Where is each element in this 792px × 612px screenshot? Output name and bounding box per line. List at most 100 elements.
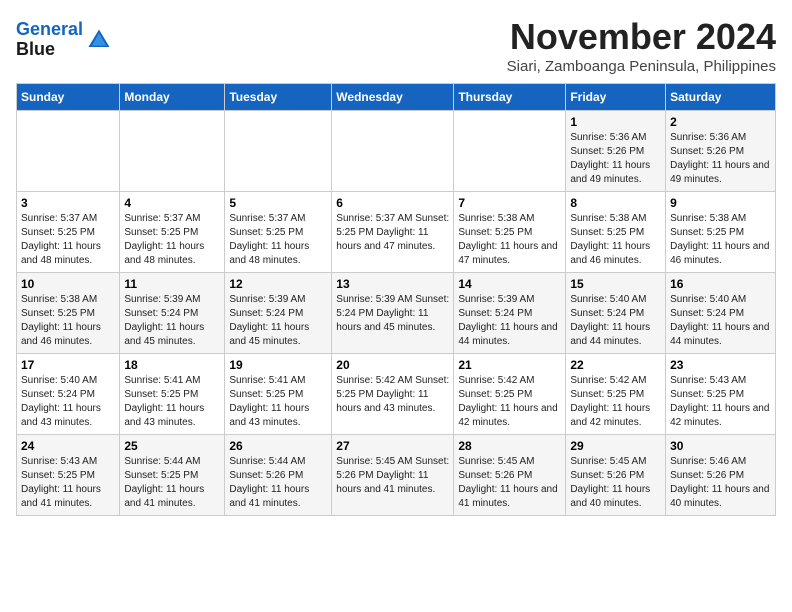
day-number: 16 xyxy=(670,277,771,291)
calendar-cell: 16 Sunrise: 5:40 AM Sunset: 5:24 PM Dayli… xyxy=(666,273,776,354)
day-number: 15 xyxy=(570,277,661,291)
day-number: 22 xyxy=(570,358,661,372)
day-info: Sunrise: 5:38 AM Sunset: 5:25 PM Dayligh… xyxy=(21,293,115,349)
header-wednesday: Wednesday xyxy=(332,84,454,111)
day-number: 20 xyxy=(336,358,449,372)
calendar-cell: 30 Sunrise: 5:46 AM Sunset: 5:26 PM Dayli… xyxy=(666,435,776,516)
calendar-cell: 9 Sunrise: 5:38 AM Sunset: 5:25 PM Daylig… xyxy=(666,192,776,273)
calendar-cell: 29 Sunrise: 5:45 AM Sunset: 5:26 PM Dayli… xyxy=(566,435,666,516)
day-info: Sunrise: 5:38 AM Sunset: 5:25 PM Dayligh… xyxy=(570,212,661,268)
day-info: Sunrise: 5:37 AM Sunset: 5:25 PM Dayligh… xyxy=(229,212,327,268)
page-subtitle: Siari, Zamboanga Peninsula, Philippines xyxy=(507,58,776,75)
calendar-cell: 13 Sunrise: 5:39 AM Sunset: 5:24 PM Dayli… xyxy=(332,273,454,354)
day-number: 24 xyxy=(21,439,115,453)
day-info: Sunrise: 5:37 AM Sunset: 5:25 PM Dayligh… xyxy=(124,212,220,268)
calendar-cell: 12 Sunrise: 5:39 AM Sunset: 5:24 PM Dayli… xyxy=(225,273,332,354)
calendar-cell xyxy=(332,111,454,192)
header-saturday: Saturday xyxy=(666,84,776,111)
calendar-week-row: 24 Sunrise: 5:43 AM Sunset: 5:25 PM Dayli… xyxy=(17,435,776,516)
calendar-cell: 15 Sunrise: 5:40 AM Sunset: 5:24 PM Dayli… xyxy=(566,273,666,354)
day-number: 2 xyxy=(670,115,771,129)
calendar-week-row: 10 Sunrise: 5:38 AM Sunset: 5:25 PM Dayli… xyxy=(17,273,776,354)
day-info: Sunrise: 5:40 AM Sunset: 5:24 PM Dayligh… xyxy=(21,374,115,430)
day-info: Sunrise: 5:42 AM Sunset: 5:25 PM Dayligh… xyxy=(336,374,449,416)
day-info: Sunrise: 5:46 AM Sunset: 5:26 PM Dayligh… xyxy=(670,455,771,511)
day-number: 21 xyxy=(458,358,561,372)
calendar-week-row: 17 Sunrise: 5:40 AM Sunset: 5:24 PM Dayli… xyxy=(17,354,776,435)
calendar-cell: 10 Sunrise: 5:38 AM Sunset: 5:25 PM Dayli… xyxy=(17,273,120,354)
day-number: 11 xyxy=(124,277,220,291)
calendar-cell: 6Sunrise: 5:37 AM Sunset: 5:25 PM Daylig… xyxy=(332,192,454,273)
day-info: Sunrise: 5:43 AM Sunset: 5:25 PM Dayligh… xyxy=(21,455,115,511)
logo-text: GeneralBlue xyxy=(16,20,83,60)
calendar-cell: 24 Sunrise: 5:43 AM Sunset: 5:25 PM Dayli… xyxy=(17,435,120,516)
header-tuesday: Tuesday xyxy=(225,84,332,111)
day-info: Sunrise: 5:36 AM Sunset: 5:26 PM Dayligh… xyxy=(570,131,661,187)
calendar-cell: 23 Sunrise: 5:43 AM Sunset: 5:25 PM Dayli… xyxy=(666,354,776,435)
day-number: 8 xyxy=(570,196,661,210)
calendar-cell: 5 Sunrise: 5:37 AM Sunset: 5:25 PM Daylig… xyxy=(225,192,332,273)
day-number: 14 xyxy=(458,277,561,291)
day-info: Sunrise: 5:42 AM Sunset: 5:25 PM Dayligh… xyxy=(570,374,661,430)
header-sunday: Sunday xyxy=(17,84,120,111)
day-info: Sunrise: 5:39 AM Sunset: 5:24 PM Dayligh… xyxy=(458,293,561,349)
day-number: 19 xyxy=(229,358,327,372)
calendar-cell: 26 Sunrise: 5:44 AM Sunset: 5:26 PM Dayli… xyxy=(225,435,332,516)
calendar-cell: 22 Sunrise: 5:42 AM Sunset: 5:25 PM Dayli… xyxy=(566,354,666,435)
day-number: 27 xyxy=(336,439,449,453)
day-number: 17 xyxy=(21,358,115,372)
logo: GeneralBlue xyxy=(16,20,113,60)
calendar-cell: 28Sunrise: 5:45 AM Sunset: 5:26 PM Dayli… xyxy=(454,435,566,516)
day-info: Sunrise: 5:40 AM Sunset: 5:24 PM Dayligh… xyxy=(570,293,661,349)
day-number: 3 xyxy=(21,196,115,210)
day-info: Sunrise: 5:37 AM Sunset: 5:25 PM Dayligh… xyxy=(336,212,449,254)
day-number: 9 xyxy=(670,196,771,210)
day-info: Sunrise: 5:41 AM Sunset: 5:25 PM Dayligh… xyxy=(124,374,220,430)
day-info: Sunrise: 5:44 AM Sunset: 5:26 PM Dayligh… xyxy=(229,455,327,511)
calendar-cell: 3Sunrise: 5:37 AM Sunset: 5:25 PM Daylig… xyxy=(17,192,120,273)
calendar-cell xyxy=(120,111,225,192)
calendar-cell: 18 Sunrise: 5:41 AM Sunset: 5:25 PM Dayli… xyxy=(120,354,225,435)
day-number: 29 xyxy=(570,439,661,453)
header-monday: Monday xyxy=(120,84,225,111)
header: GeneralBlue November 2024 Siari, Zamboan… xyxy=(16,16,776,75)
calendar-cell: 4 Sunrise: 5:37 AM Sunset: 5:25 PM Daylig… xyxy=(120,192,225,273)
calendar-cell: 14 Sunrise: 5:39 AM Sunset: 5:24 PM Dayli… xyxy=(454,273,566,354)
day-info: Sunrise: 5:43 AM Sunset: 5:25 PM Dayligh… xyxy=(670,374,771,430)
day-info: Sunrise: 5:38 AM Sunset: 5:25 PM Dayligh… xyxy=(670,212,771,268)
calendar-table: SundayMondayTuesdayWednesdayThursdayFrid… xyxy=(16,83,776,516)
calendar-header-row: SundayMondayTuesdayWednesdayThursdayFrid… xyxy=(17,84,776,111)
logo-icon xyxy=(85,26,113,54)
calendar-cell: 8 Sunrise: 5:38 AM Sunset: 5:25 PM Daylig… xyxy=(566,192,666,273)
day-number: 7 xyxy=(458,196,561,210)
day-info: Sunrise: 5:45 AM Sunset: 5:26 PM Dayligh… xyxy=(570,455,661,511)
calendar-cell: 17 Sunrise: 5:40 AM Sunset: 5:24 PM Dayli… xyxy=(17,354,120,435)
calendar-cell: 27 Sunrise: 5:45 AM Sunset: 5:26 PM Dayli… xyxy=(332,435,454,516)
day-number: 18 xyxy=(124,358,220,372)
calendar-week-row: 1Sunrise: 5:36 AM Sunset: 5:26 PM Daylig… xyxy=(17,111,776,192)
calendar-cell: 25 Sunrise: 5:44 AM Sunset: 5:25 PM Dayli… xyxy=(120,435,225,516)
calendar-cell: 2Sunrise: 5:36 AM Sunset: 5:26 PM Daylig… xyxy=(666,111,776,192)
day-info: Sunrise: 5:40 AM Sunset: 5:24 PM Dayligh… xyxy=(670,293,771,349)
day-number: 13 xyxy=(336,277,449,291)
calendar-cell: 1Sunrise: 5:36 AM Sunset: 5:26 PM Daylig… xyxy=(566,111,666,192)
day-number: 30 xyxy=(670,439,771,453)
title-area: November 2024 Siari, Zamboanga Peninsula… xyxy=(507,16,776,75)
day-info: Sunrise: 5:45 AM Sunset: 5:26 PM Dayligh… xyxy=(336,455,449,497)
day-info: Sunrise: 5:42 AM Sunset: 5:25 PM Dayligh… xyxy=(458,374,561,430)
day-number: 10 xyxy=(21,277,115,291)
header-thursday: Thursday xyxy=(454,84,566,111)
calendar-cell: 21 Sunrise: 5:42 AM Sunset: 5:25 PM Dayli… xyxy=(454,354,566,435)
day-number: 5 xyxy=(229,196,327,210)
day-number: 25 xyxy=(124,439,220,453)
calendar-cell xyxy=(17,111,120,192)
day-number: 26 xyxy=(229,439,327,453)
day-number: 4 xyxy=(124,196,220,210)
day-number: 12 xyxy=(229,277,327,291)
day-number: 23 xyxy=(670,358,771,372)
calendar-cell: 20 Sunrise: 5:42 AM Sunset: 5:25 PM Dayli… xyxy=(332,354,454,435)
day-info: Sunrise: 5:39 AM Sunset: 5:24 PM Dayligh… xyxy=(229,293,327,349)
page-title: November 2024 xyxy=(507,16,776,58)
day-info: Sunrise: 5:44 AM Sunset: 5:25 PM Dayligh… xyxy=(124,455,220,511)
day-info: Sunrise: 5:39 AM Sunset: 5:24 PM Dayligh… xyxy=(336,293,449,335)
